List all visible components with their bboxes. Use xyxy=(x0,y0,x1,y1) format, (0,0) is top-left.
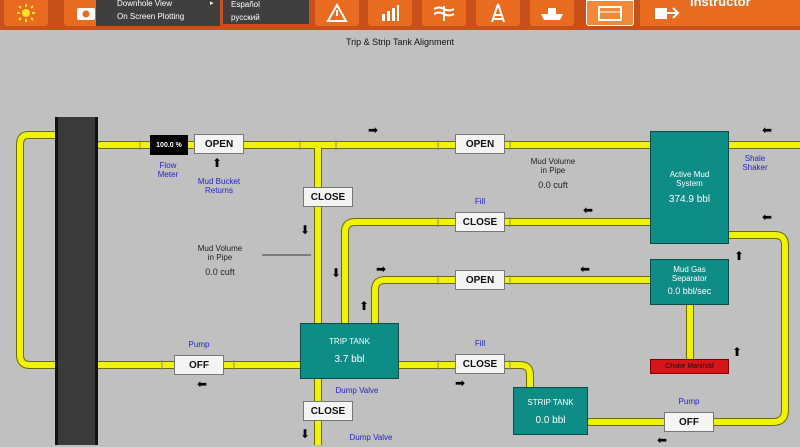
mud-volume-label-2: Mud Volume in Pipe xyxy=(197,244,243,262)
fill-label-trip: Fill xyxy=(474,339,486,348)
mud-bucket-valve-button[interactable]: OPEN xyxy=(194,134,244,154)
flowline-valve-button[interactable]: OPEN xyxy=(455,134,505,154)
pump-right-toggle[interactable]: OFF xyxy=(664,412,714,432)
flow-meter-label: Flow Meter xyxy=(157,161,179,179)
arrow-left-icon: ⬅ xyxy=(762,123,773,137)
pump-left-toggle[interactable]: OFF xyxy=(174,355,224,375)
arrow-left-icon: ⬅ xyxy=(583,203,594,217)
arrow-down-icon: ⬇ xyxy=(300,427,311,441)
strip-tank[interactable]: STRIP TANK 0.0 bbl xyxy=(513,387,588,435)
shale-shaker-label: Shale Shaker xyxy=(742,154,768,172)
arrow-left-icon: ⬅ xyxy=(197,377,208,391)
trip-tank[interactable]: TRIP TANK 3.7 bbl xyxy=(300,323,399,379)
strip-tank-title: STRIP TANK xyxy=(527,398,574,407)
arrow-down-icon: ⬇ xyxy=(331,266,342,280)
active-mud-system-title: Active Mud System xyxy=(669,170,710,188)
arrow-up-icon: ⬆ xyxy=(212,156,223,170)
choke-manifold-label: Choke Manifold xyxy=(665,363,714,370)
arrow-right-icon: ➡ xyxy=(368,123,379,137)
mud-volume-label-1: Mud Volume in Pipe xyxy=(530,157,576,175)
trip-tank-supply-valve-button[interactable]: CLOSE xyxy=(303,187,353,207)
active-mud-system-value: 374.9 bbl xyxy=(668,194,711,205)
mud-gas-separator-title: Mud Gas Separator xyxy=(671,265,708,283)
mud-gas-separator-tank[interactable]: Mud Gas Separator 0.0 bbl/sec xyxy=(650,259,729,305)
arrow-right-icon: ➡ xyxy=(455,376,466,390)
pump-label-left: Pump xyxy=(188,340,210,349)
arrow-up-icon: ⬆ xyxy=(734,249,745,263)
trip-tank-value: 3.7 bbl xyxy=(334,354,365,365)
mud-bucket-returns-label: Mud Bucket Returns xyxy=(197,177,241,195)
arrow-right-icon: ➡ xyxy=(376,262,387,276)
trip-tank-title: TRIP TANK xyxy=(329,337,370,346)
mud-volume-value-2: 0.0 cuft xyxy=(205,267,235,277)
mud-volume-value-1: 0.0 cuft xyxy=(538,180,568,190)
arrow-up-icon: ⬆ xyxy=(359,299,370,313)
arrow-left-icon: ⬅ xyxy=(657,433,668,447)
dump-valve-label-2: Dump Valve xyxy=(349,433,393,442)
fill-label-top: Fill xyxy=(474,197,486,206)
choke-manifold-box[interactable]: Choke Manifold xyxy=(650,359,729,374)
dump-valve-button[interactable]: CLOSE xyxy=(303,401,353,421)
dump-valve-label-1: Dump Valve xyxy=(335,386,379,395)
flow-meter-value: 100.0 % xyxy=(156,141,182,149)
gas-separator-valve-button[interactable]: OPEN xyxy=(455,270,505,290)
strip-tank-value: 0.0 bbl xyxy=(535,415,566,426)
fill-line-valve-button[interactable]: CLOSE xyxy=(455,212,505,232)
wellbore-column xyxy=(55,117,98,445)
mud-gas-separator-value: 0.0 bbl/sec xyxy=(667,286,712,296)
arrow-up-icon: ⬆ xyxy=(732,345,743,359)
trip-fill-valve-button[interactable]: CLOSE xyxy=(455,354,505,374)
active-mud-system-tank[interactable]: Active Mud System 374.9 bbl xyxy=(650,131,729,244)
flow-meter-display: 100.0 % xyxy=(150,135,188,155)
arrow-left-icon: ⬅ xyxy=(762,210,773,224)
pump-label-right: Pump xyxy=(678,397,700,406)
arrow-down-icon: ⬇ xyxy=(300,223,311,237)
arrow-left-icon: ⬅ xyxy=(580,262,591,276)
